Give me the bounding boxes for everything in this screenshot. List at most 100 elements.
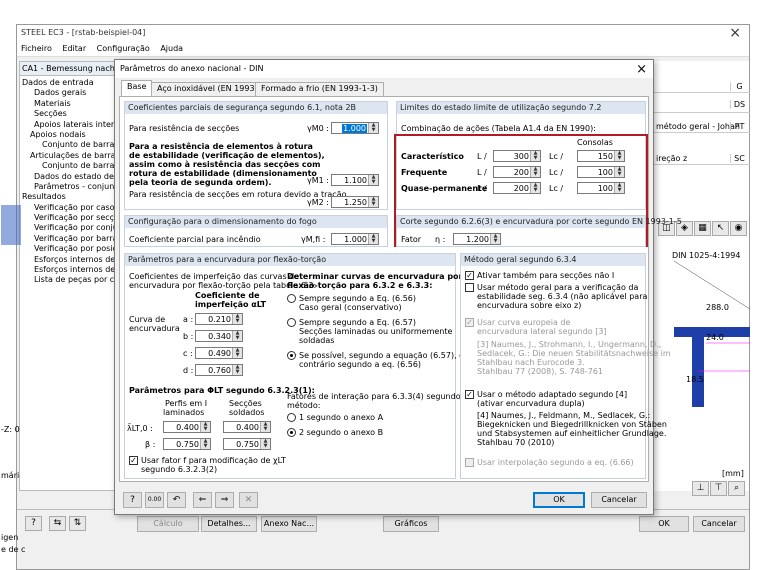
toolbar-icon[interactable]: ▦ [694, 221, 711, 236]
tree-item[interactable]: Dados de entrada [22, 78, 126, 88]
spinner-icon[interactable]: ▲ ▼ [369, 123, 378, 133]
load-icon[interactable]: ⇐ [193, 492, 212, 508]
tree-item[interactable]: Apoios laterais intermédi [22, 120, 128, 130]
spinner-icon[interactable]: ▲ ▼ [369, 197, 378, 207]
spinner-icon[interactable]: ▲ ▼ [531, 151, 540, 161]
reset-icon[interactable]: ↶ [167, 492, 186, 508]
tree-item[interactable]: Esforços internos determ [22, 265, 128, 275]
european-curve-checkbox[interactable]: ✓ [465, 318, 474, 327]
input-value: 0.400 [176, 423, 199, 432]
main-close-icon[interactable]: × [729, 26, 741, 40]
tree-item[interactable]: Materiais [22, 99, 126, 109]
spinner-icon[interactable]: ▲ ▼ [233, 331, 242, 341]
tree-item[interactable]: Lista de peças por conjur [22, 275, 128, 285]
curve-a-input[interactable]: 0.210 ▲ ▼ [195, 313, 243, 325]
lambda-rolled-input[interactable]: 0.400 ▲ ▼ [163, 421, 211, 433]
spinner-icon[interactable]: ▲ ▼ [233, 314, 242, 324]
delete-icon[interactable]: ✕ [239, 492, 258, 508]
tree-item[interactable]: Verificação por conjunto [22, 223, 128, 233]
gamma-m2-input[interactable]: 1.250 ▲ ▼ [331, 196, 379, 208]
gamma-m0-input[interactable]: 1.000 ▲ ▼ [331, 122, 379, 134]
menu-ajuda[interactable]: Ajuda [160, 44, 183, 53]
calc-button[interactable]: Cálculo [137, 516, 199, 532]
help-icon[interactable]: ? [123, 492, 142, 508]
cancel-button[interactable]: Cancelar [591, 492, 647, 508]
tree-item[interactable]: Verificação por secção [22, 213, 126, 223]
general-method-checkbox[interactable] [465, 283, 474, 292]
edge-text: mári [1, 471, 20, 480]
dialog-close-icon[interactable]: × [636, 62, 647, 77]
gamma-mfi-input[interactable]: 1.000 ▲ ▼ [331, 233, 379, 245]
tab-cold-formed[interactable]: Formado a frio (EN 1993-1-3) [255, 82, 384, 96]
tree-item[interactable]: Resultados [22, 192, 126, 202]
gamma-m1-input[interactable]: 1.100 ▲ ▼ [331, 174, 379, 186]
interpolation-checkbox[interactable] [465, 458, 474, 467]
curve-c-input[interactable]: 0.490 ▲ ▼ [195, 347, 243, 359]
tree-item[interactable]: Apoios nodais [22, 130, 126, 140]
spinner-icon[interactable]: ▲ ▼ [261, 439, 270, 449]
tree-item[interactable]: Conjunto de barras n [22, 161, 126, 171]
spinner-icon[interactable]: ▲ ▼ [369, 234, 378, 244]
tree-item[interactable]: Verificação por posição x [22, 244, 128, 254]
tree-item[interactable]: Esforços internos determ [22, 255, 128, 265]
eye-icon[interactable]: ◉ [730, 221, 747, 236]
spinner-icon[interactable]: ▲ ▼ [233, 365, 242, 375]
spinner-icon[interactable]: ▲ ▼ [615, 151, 624, 161]
spinner-icon[interactable]: ▲ ▼ [369, 175, 378, 185]
use-f-factor-checkbox[interactable]: ✓ [129, 456, 138, 465]
adapted-method-checkbox[interactable]: ✓ [465, 390, 474, 399]
decimals-icon[interactable]: 0.00 [145, 492, 164, 508]
help-icon[interactable]: ? [25, 516, 42, 531]
main-cancel-button[interactable]: Cancelar [693, 516, 745, 532]
label: estabilidade seg. 6.3.4 (não aplicável p… [477, 292, 648, 301]
activate-non-i-checkbox[interactable]: ✓ [465, 271, 474, 280]
menu-ficheiro[interactable]: Ficheiro [21, 44, 52, 53]
spinner-icon[interactable]: ▲ ▼ [531, 183, 540, 193]
method-auto-radio[interactable] [287, 351, 296, 360]
annex-a-radio[interactable] [287, 413, 296, 422]
spinner-icon[interactable]: ▲ ▼ [233, 348, 242, 358]
menu-configuracao[interactable]: Configuração [97, 44, 150, 53]
spinner-icon[interactable]: ▲ ▼ [491, 234, 500, 244]
spinner-icon[interactable]: ▲ ▼ [201, 439, 210, 449]
eta-input[interactable]: 1.200 ▲ ▼ [453, 233, 501, 245]
curve-b-input[interactable]: 0.340 ▲ ▼ [195, 330, 243, 342]
tab-base[interactable]: Base [121, 80, 153, 97]
method-657-radio[interactable] [287, 318, 296, 327]
import-icon[interactable]: ⇅ [69, 516, 86, 531]
export-icon[interactable]: ⇆ [49, 516, 66, 531]
graphics-button[interactable]: Gráficos [383, 516, 439, 532]
case-selector[interactable]: CA1 - Bemessung nach Euroco [20, 62, 128, 76]
toolbar-icon[interactable]: ↖ [712, 221, 729, 236]
beta-rolled-input[interactable]: 0.750 ▲ ▼ [163, 438, 211, 450]
annex-b-radio[interactable] [287, 428, 296, 437]
save-icon[interactable]: ⇒ [215, 492, 234, 508]
details-button[interactable]: Detalhes... [201, 516, 257, 532]
tree-item[interactable]: Dados do estado de utili [22, 172, 128, 182]
zoom-icon[interactable]: ⌕ [728, 481, 745, 496]
method-656-radio[interactable] [287, 294, 296, 303]
tree-item[interactable]: Verificação por barra [22, 234, 126, 244]
spinner-icon[interactable]: ▲ ▼ [261, 422, 270, 432]
annex-button[interactable]: Anexo Nac... [261, 516, 317, 532]
section-icon[interactable]: ⊥ [692, 481, 709, 496]
spinner-icon[interactable]: ▲ ▼ [201, 422, 210, 432]
tree-item[interactable]: Secções [22, 109, 126, 119]
spinner-icon[interactable]: ▲ ▼ [615, 183, 624, 193]
navigator-tree: Dados de entrada Dados gerais Materiais … [20, 76, 128, 288]
tree-item[interactable]: Dados gerais [22, 88, 126, 98]
curve-d-input[interactable]: 0.760 ▲ ▼ [195, 364, 243, 376]
ok-button[interactable]: OK [533, 492, 585, 508]
main-ok-button[interactable]: OK [639, 516, 689, 532]
tree-item[interactable]: Verificação por caso de [22, 203, 127, 213]
tree-item[interactable]: Conjunto de barras n [22, 140, 126, 150]
tree-item[interactable]: Parâmetros - conjuntos d [22, 182, 128, 192]
beta-welded-input[interactable]: 0.750 ▲ ▼ [223, 438, 271, 450]
section-icon[interactable]: ⊤ [710, 481, 727, 496]
lambda-welded-input[interactable]: 0.400 ▲ ▼ [223, 421, 271, 433]
symbol-label: γM,fi : [301, 235, 326, 244]
spinner-icon[interactable]: ▲ ▼ [531, 167, 540, 177]
menu-editar[interactable]: Editar [62, 44, 86, 53]
spinner-icon[interactable]: ▲ ▼ [615, 167, 624, 177]
tree-item[interactable]: Articulações de barra [22, 151, 126, 161]
